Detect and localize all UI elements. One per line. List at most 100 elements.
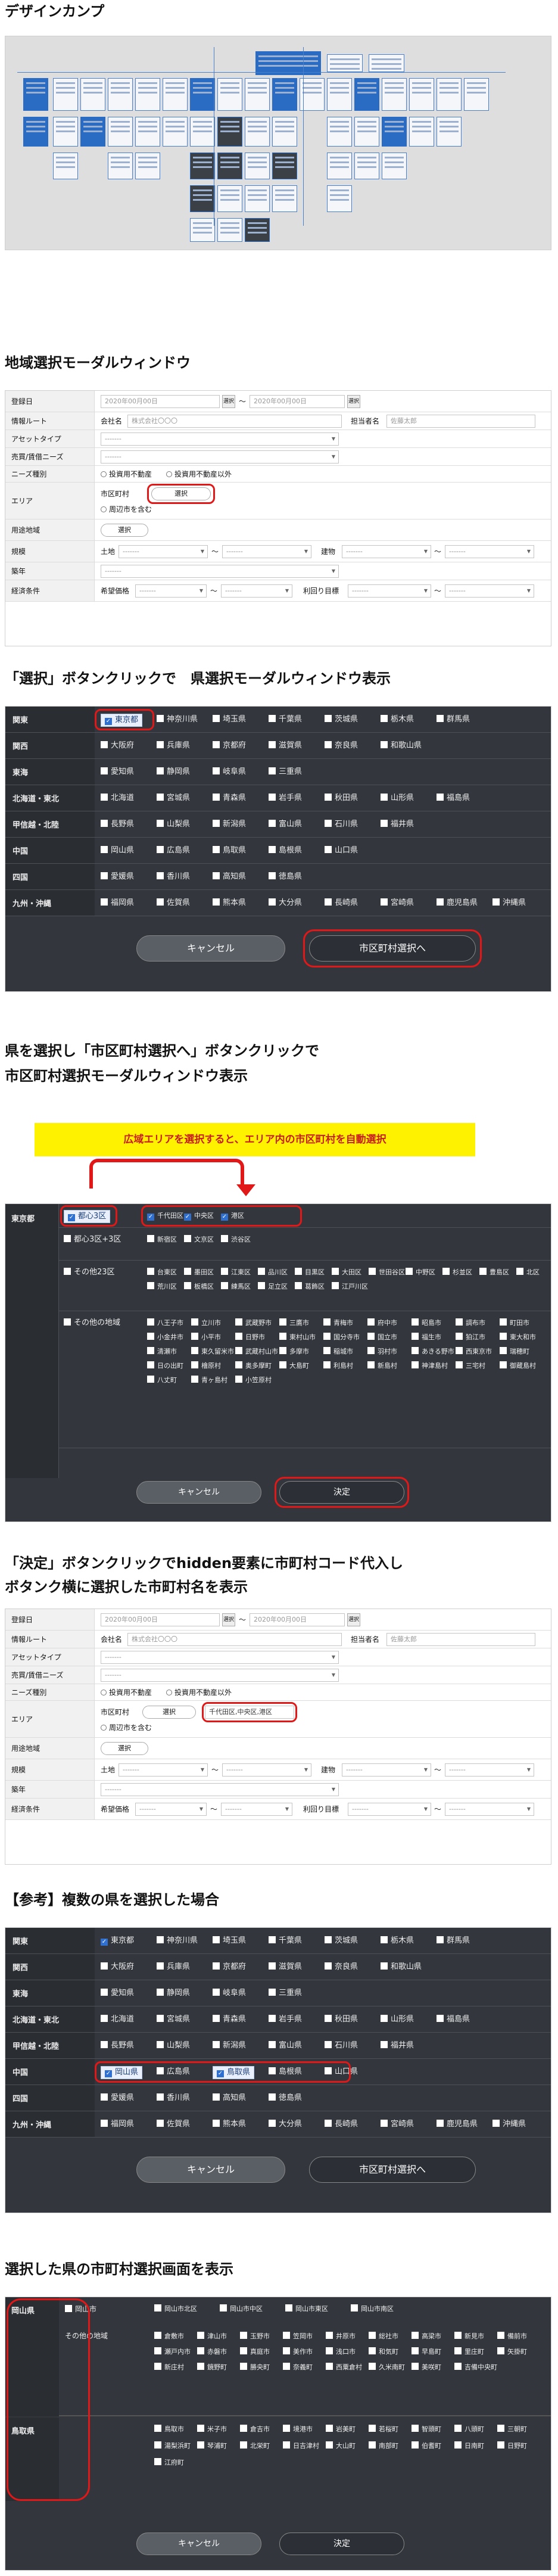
pref-checkbox[interactable]: 兵庫県 xyxy=(157,740,190,752)
pref-checkbox[interactable]: 島根県 xyxy=(269,845,302,857)
person-input[interactable]: 佐藤太郎 xyxy=(386,415,535,428)
city-checkbox[interactable]: 文京区 xyxy=(184,1234,214,1246)
city-checkbox[interactable]: 浅口市 xyxy=(326,2346,356,2358)
city-checkbox[interactable]: 新宿区 xyxy=(147,1234,177,1246)
city-checkbox[interactable]: 檜原村 xyxy=(191,1360,221,1372)
pref-checkbox[interactable]: 福井県 xyxy=(381,819,414,830)
pref-checkbox[interactable]: 熊本県 xyxy=(213,897,246,909)
city-checkbox[interactable]: 足立区 xyxy=(258,1281,288,1293)
city-checkbox[interactable]: 府中市 xyxy=(367,1317,397,1329)
city-checkbox[interactable]: 利島村 xyxy=(323,1360,353,1372)
select-box[interactable]: ------- xyxy=(101,565,339,578)
city-checkbox[interactable]: 北区 xyxy=(516,1267,540,1278)
select-button[interactable]: 選択 xyxy=(142,1706,196,1719)
city-checkbox[interactable]: 台東区 xyxy=(147,1267,177,1278)
city-checkbox[interactable]: 三宅村 xyxy=(456,1360,485,1372)
city-checkbox[interactable]: 狛江市 xyxy=(456,1331,485,1343)
city-checkbox[interactable]: 東大和市 xyxy=(500,1331,536,1343)
city-checkbox[interactable]: 大山町 xyxy=(326,2440,356,2452)
pref-checkbox[interactable]: 山形県 xyxy=(381,2014,414,2026)
pref-checkbox[interactable]: 新潟県 xyxy=(213,2040,246,2052)
city-checkbox[interactable]: 日吉津村 xyxy=(283,2440,319,2452)
city-checkbox[interactable]: 渋谷区 xyxy=(221,1234,251,1246)
pref-checkbox[interactable]: 福岡県 xyxy=(101,897,134,909)
nearby-checkbox[interactable]: 周辺市を含む xyxy=(101,1721,152,1734)
city-checkbox[interactable]: 西東京市 xyxy=(456,1346,492,1358)
pref-checkbox[interactable]: 徳島県 xyxy=(269,871,302,883)
city-checkbox[interactable]: 矢掛町 xyxy=(497,2346,527,2358)
city-checkbox[interactable]: 吉備中央町 xyxy=(454,2362,497,2373)
building-to[interactable]: ------- xyxy=(445,1763,534,1777)
city-checkbox[interactable]: 羽村市 xyxy=(367,1346,397,1358)
city-checkbox[interactable]: 日の出町 xyxy=(147,1360,183,1372)
radio-icon[interactable] xyxy=(166,471,172,477)
pref-checkbox[interactable]: 高知県 xyxy=(213,2092,246,2104)
cancel-button[interactable]: キャンセル xyxy=(136,2533,261,2555)
city-checkbox[interactable]: あきる野市 xyxy=(412,1346,454,1358)
company-input[interactable]: 株式会社〇〇〇 xyxy=(127,1633,342,1646)
city-checkbox[interactable]: 練馬区 xyxy=(221,1281,251,1293)
city-checkbox[interactable]: 伯耆町 xyxy=(412,2440,441,2452)
pref-checkbox[interactable]: 山形県 xyxy=(381,792,414,804)
pref-checkbox[interactable]: 広島県 xyxy=(157,845,190,857)
cancel-button[interactable]: キャンセル xyxy=(136,935,285,962)
city-checkbox[interactable]: 倉吉市 xyxy=(240,2423,270,2435)
land-to[interactable]: ------- xyxy=(222,1763,311,1777)
pref-checkbox[interactable]: 佐賀県 xyxy=(157,2118,190,2130)
city-checkbox[interactable]: 江東区 xyxy=(221,1267,251,1278)
pref-checkbox[interactable]: 鳥取県 xyxy=(213,845,246,857)
city-checkbox[interactable]: 新見市 xyxy=(454,2331,484,2342)
pref-checkbox[interactable]: 長崎県 xyxy=(325,897,358,909)
pref-checkbox[interactable]: 埼玉県 xyxy=(213,714,246,726)
pref-checkbox[interactable]: 栃木県 xyxy=(381,1935,414,1947)
city-checkbox[interactable]: 米子市 xyxy=(197,2423,227,2435)
calendar-icon[interactable]: 選択 xyxy=(347,1613,360,1626)
to-city-button[interactable]: 市区町村選択へ xyxy=(309,2157,476,2183)
city-checkbox[interactable]: 鳥取市 xyxy=(154,2423,184,2435)
pref-checkbox[interactable]: 神奈川県 xyxy=(157,1935,198,1947)
pref-checkbox[interactable]: 北海道 xyxy=(101,792,134,804)
pref-checkbox[interactable]: 香川県 xyxy=(157,2092,190,2104)
pref-checkbox[interactable]: 山梨県 xyxy=(157,2040,190,2052)
pref-checkbox[interactable]: 宮崎県 xyxy=(381,897,414,909)
pref-checkbox[interactable]: 新潟県 xyxy=(213,819,246,830)
city-checkbox[interactable]: 墨田区 xyxy=(184,1267,214,1278)
city-checkbox[interactable]: 青梅市 xyxy=(323,1317,353,1329)
city-checkbox[interactable]: 福生市 xyxy=(412,1331,441,1343)
city-checkbox[interactable]: 岡山市東区 xyxy=(285,2303,328,2315)
pref-checkbox[interactable]: 佐賀県 xyxy=(157,897,190,909)
area-checkbox[interactable]: その他の地域 xyxy=(64,1317,120,1329)
pref-checkbox[interactable]: 秋田県 xyxy=(325,792,358,804)
city-checkbox[interactable]: 井原市 xyxy=(326,2331,356,2342)
radio-non-invest[interactable]: 投資用不動産以外 xyxy=(166,468,232,481)
city-checkbox[interactable]: 倉敷市 xyxy=(154,2331,184,2342)
date-to-input[interactable]: 2020年00月00日 xyxy=(250,1613,345,1626)
radio-icon[interactable] xyxy=(166,1690,172,1695)
city-checkbox[interactable]: 南部町 xyxy=(369,2440,398,2452)
pref-checkbox[interactable]: 奈良県 xyxy=(325,740,358,752)
land-from[interactable]: ------- xyxy=(119,1763,208,1777)
city-checkbox[interactable]: 町田市 xyxy=(500,1317,529,1329)
city-checkbox[interactable]: 御蔵島村 xyxy=(500,1360,536,1372)
pref-checkbox[interactable]: 高知県 xyxy=(213,871,246,883)
price-to[interactable]: ------- xyxy=(221,1803,292,1816)
city-checkbox[interactable]: 美咲町 xyxy=(412,2362,441,2373)
city-checkbox[interactable]: 江府町 xyxy=(154,2457,184,2469)
city-checkbox[interactable]: 鏡野町 xyxy=(197,2362,227,2373)
radio-non-invest[interactable]: 投資用不動産以外 xyxy=(166,1686,232,1699)
pref-checkbox[interactable]: 大分県 xyxy=(269,2118,302,2130)
city-checkbox[interactable]: 目黒区 xyxy=(295,1267,325,1278)
city-checkbox[interactable]: 総社市 xyxy=(369,2331,398,2342)
city-checkbox[interactable]: 大島町 xyxy=(279,1360,309,1372)
pref-checkbox[interactable]: 長野県 xyxy=(101,819,134,830)
city-checkbox[interactable]: 勝央町 xyxy=(240,2362,270,2373)
pref-checkbox[interactable]: 北海道 xyxy=(101,2014,134,2026)
select-box[interactable]: ------- xyxy=(101,1783,339,1796)
date-to-input[interactable]: 2020年00月00日 xyxy=(250,395,345,408)
nearby-checkbox[interactable]: 周辺市を含む xyxy=(101,503,152,516)
radio-icon[interactable] xyxy=(101,1725,107,1731)
select-button[interactable]: 選択 xyxy=(101,524,148,537)
pref-checkbox[interactable]: 大阪府 xyxy=(101,1961,134,1973)
city-checkbox[interactable]: 立川市 xyxy=(191,1317,221,1329)
city-checkbox[interactable]: 西粟倉村 xyxy=(326,2362,362,2373)
